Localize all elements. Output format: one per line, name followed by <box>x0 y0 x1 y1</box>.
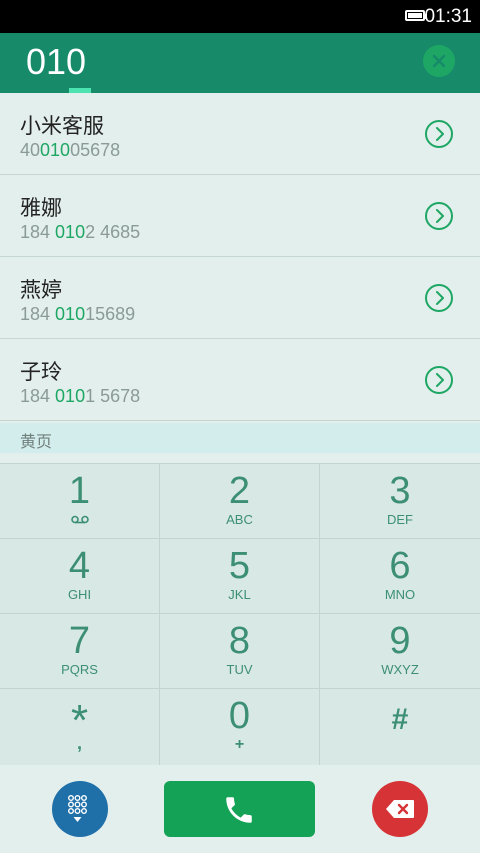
key-4[interactable]: 4 GHI <box>0 539 160 614</box>
key-letters: WXYZ <box>381 662 419 677</box>
key-digit: 0 <box>228 695 251 737</box>
key-digit: 7 <box>68 620 91 662</box>
action-bar <box>0 765 480 853</box>
key-digit: 1 <box>68 470 91 512</box>
key-letters: GHI <box>67 587 92 602</box>
key-letters: PQRS <box>61 662 98 677</box>
key-digit: 8 <box>228 620 251 662</box>
key-digit: 5 <box>228 545 251 587</box>
section-label: 黄页 <box>20 432 53 451</box>
contact-number: 4001005678 <box>20 140 121 160</box>
list-item[interactable]: 子玲 184 0101 5678 <box>0 339 480 421</box>
key-1[interactable]: 1 <box>0 464 160 539</box>
key-digit: 4 <box>68 545 91 587</box>
backspace-icon <box>386 800 414 818</box>
contact-detail-button[interactable] <box>425 202 453 230</box>
battery-icon <box>405 10 427 21</box>
key-star[interactable]: * , <box>0 689 160 766</box>
contact-name: 小米客服 <box>20 114 104 138</box>
clear-input-button[interactable] <box>423 45 455 77</box>
contact-detail-button[interactable] <box>425 284 453 312</box>
key-6[interactable]: 6 MNO <box>320 539 480 614</box>
chevron-right-icon <box>436 373 444 387</box>
key-letters: MNO <box>384 587 416 602</box>
phone-icon <box>226 797 252 823</box>
contact-number: 184 0102 4685 <box>20 222 141 242</box>
chevron-right-icon <box>436 291 444 305</box>
key-letters: TUV <box>226 662 253 677</box>
key-letters: , <box>76 733 82 753</box>
contact-detail-button[interactable] <box>425 120 453 148</box>
key-hash[interactable]: # <box>320 689 480 766</box>
key-letters: ABC <box>226 512 253 527</box>
key-digit: # <box>391 703 409 736</box>
close-icon <box>432 54 446 68</box>
dialed-number: 010 <box>26 41 87 82</box>
contact-number: 184 01015689 <box>20 304 136 324</box>
contact-name: 子玲 <box>20 360 62 384</box>
list-item[interactable]: 雅娜 184 0102 4685 <box>0 175 480 257</box>
chevron-right-icon <box>436 209 444 223</box>
contact-name: 燕婷 <box>20 278 62 302</box>
list-item[interactable]: 燕婷 184 01015689 <box>0 257 480 339</box>
key-letters: JKL <box>228 587 251 602</box>
key-9[interactable]: 9 WXYZ <box>320 614 480 689</box>
key-digit: 3 <box>389 470 411 512</box>
key-8[interactable]: 8 TUV <box>160 614 320 689</box>
key-letters: DEF <box>387 512 413 527</box>
contact-detail-button[interactable] <box>425 366 453 394</box>
dial-keypad: 1 2 ABC 3 DEF 4 GHI 5 JKL 6 MNO 7 PQRS 8… <box>0 463 480 766</box>
delete-button[interactable] <box>372 781 428 837</box>
chevron-right-icon <box>436 127 444 141</box>
dialpad-icon <box>68 795 87 822</box>
key-letters: + <box>234 736 245 753</box>
dial-header: 010 <box>0 33 480 93</box>
key-digit: 2 <box>228 470 251 512</box>
list-item[interactable]: 小米客服 4001005678 <box>0 93 480 175</box>
key-digit: 6 <box>389 545 411 587</box>
key-2[interactable]: 2 ABC <box>160 464 320 539</box>
yellow-pages-section: 黄页 <box>0 423 480 453</box>
contact-results: 小米客服 4001005678 雅娜 184 0102 4685 燕婷 184 … <box>0 93 480 421</box>
key-0[interactable]: 0 + <box>160 689 320 766</box>
contact-number: 184 0101 5678 <box>20 386 141 406</box>
status-bar: 01:31 <box>0 0 480 33</box>
contact-name: 雅娜 <box>20 196 62 220</box>
key-7[interactable]: 7 PQRS <box>0 614 160 689</box>
key-digit: 9 <box>389 620 411 662</box>
voicemail-icon <box>71 515 89 524</box>
status-time: 01:31 <box>424 6 472 27</box>
key-3[interactable]: 3 DEF <box>320 464 480 539</box>
key-5[interactable]: 5 JKL <box>160 539 320 614</box>
call-button[interactable] <box>164 781 315 837</box>
toggle-dialpad-button[interactable] <box>52 781 108 837</box>
